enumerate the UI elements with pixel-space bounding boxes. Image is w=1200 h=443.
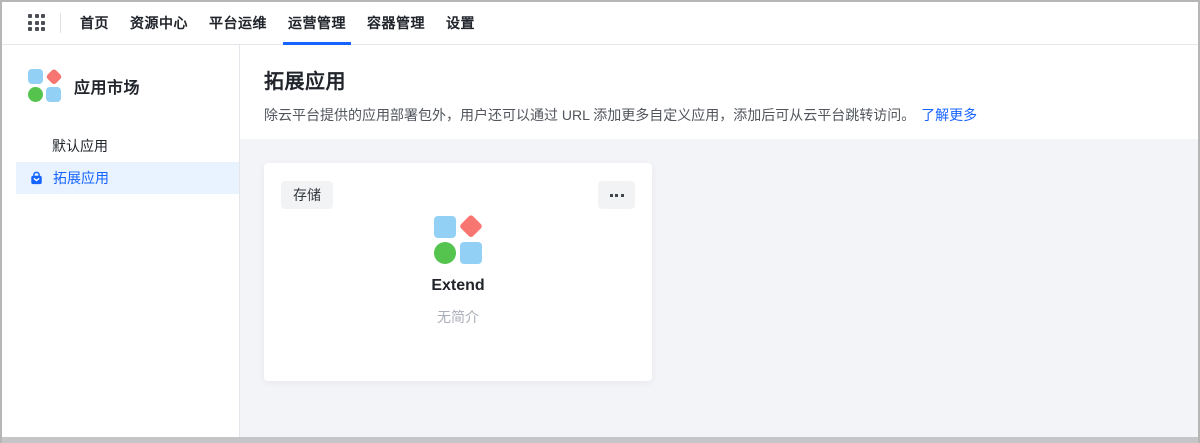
page-header: 拓展应用 除云平台提供的应用部署包外，用户还可以通过 URL 添加更多自定义应用… (240, 45, 1198, 139)
nav-item-operation-mgmt[interactable]: 运营管理 (283, 2, 351, 44)
card-top-row: 存储 (281, 181, 635, 209)
logo-blue-square-2 (46, 87, 61, 102)
logo-red-diamond (460, 216, 482, 238)
app-name: Extend (281, 277, 635, 295)
top-navigation: 首页 资源中心 平台运维 运营管理 容器管理 设置 (2, 2, 1198, 45)
sidebar: 应用市场 默认应用 拓展应用 (2, 45, 240, 437)
sidebar-menu: 默认应用 拓展应用 (2, 130, 239, 194)
page-description-text: 除云平台提供的应用部署包外，用户还可以通过 URL 添加更多自定义应用，添加后可… (264, 107, 915, 123)
nav-item-container-mgmt[interactable]: 容器管理 (362, 2, 430, 44)
ellipsis-icon (610, 194, 613, 197)
nav-divider (60, 13, 61, 33)
app-description: 无简介 (281, 307, 635, 327)
sidebar-title: 应用市场 (74, 74, 140, 98)
app-card-extend[interactable]: 存储 Extend 无简介 (264, 163, 652, 381)
app-logo-icon (434, 216, 482, 264)
sidebar-header: 应用市场 (2, 45, 239, 102)
nav-items: 首页 资源中心 平台运维 运营管理 容器管理 设置 (75, 2, 480, 44)
horizontal-scrollbar[interactable] (2, 437, 1198, 443)
app-market-logo-icon (28, 69, 61, 102)
app-window: 首页 资源中心 平台运维 运营管理 容器管理 设置 应用市场 默认应用 (0, 0, 1200, 443)
nav-item-platform-ops[interactable]: 平台运维 (204, 2, 272, 44)
bag-icon (29, 171, 44, 186)
logo-red-diamond (46, 69, 61, 84)
sidebar-item-extended-apps[interactable]: 拓展应用 (16, 162, 239, 194)
logo-blue-square (434, 216, 456, 238)
category-tag: 存储 (281, 181, 333, 209)
more-actions-button[interactable] (598, 181, 635, 209)
page-description: 除云平台提供的应用部署包外，用户还可以通过 URL 添加更多自定义应用，添加后可… (264, 104, 1174, 126)
logo-green-circle (434, 242, 456, 264)
content-area: 存储 Extend 无简介 (240, 139, 1198, 437)
learn-more-link[interactable]: 了解更多 (921, 107, 977, 123)
nav-item-settings[interactable]: 设置 (441, 2, 480, 44)
apps-grid-icon[interactable] (28, 14, 46, 32)
logo-blue-square-2 (460, 242, 482, 264)
sidebar-item-default-apps[interactable]: 默认应用 (2, 130, 239, 162)
nav-item-resource-center[interactable]: 资源中心 (125, 2, 193, 44)
main-panel: 拓展应用 除云平台提供的应用部署包外，用户还可以通过 URL 添加更多自定义应用… (240, 45, 1198, 437)
sidebar-item-label: 拓展应用 (53, 168, 109, 188)
page-title: 拓展应用 (264, 68, 1174, 96)
nav-item-home[interactable]: 首页 (75, 2, 114, 44)
logo-green-circle (28, 87, 43, 102)
logo-blue-square (28, 69, 43, 84)
